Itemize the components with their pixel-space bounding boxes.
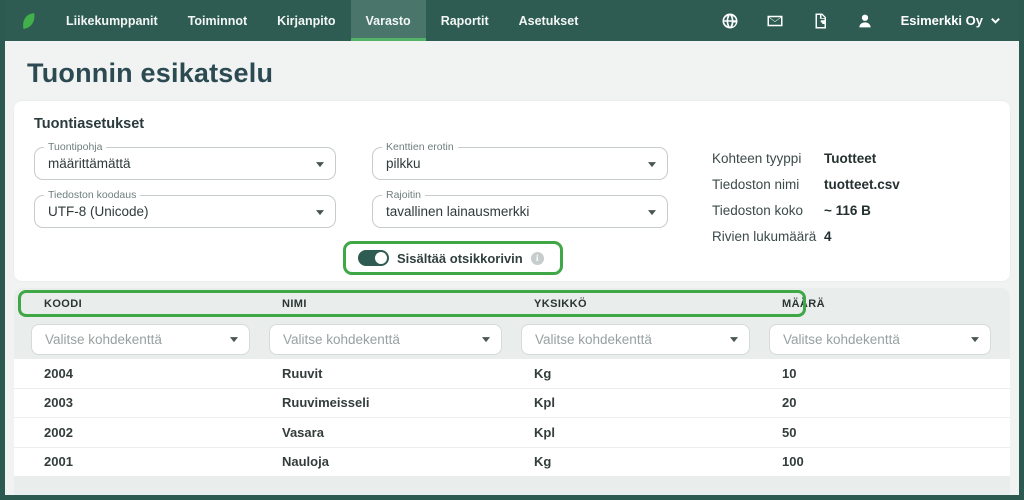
column-header-yksikko: YKSIKKÖ [521, 298, 769, 310]
mapping-select-koodi[interactable]: Valitse kohdekenttä [31, 324, 250, 355]
column-header-maara: MÄÄRÄ [769, 298, 1010, 310]
nav-item-raportit[interactable]: Raportit [426, 0, 504, 41]
nav-item-kirjanpito[interactable]: Kirjanpito [262, 0, 350, 41]
file-info-panel: Kohteen tyyppi Tuotteet Tiedoston nimi t… [712, 147, 900, 275]
user-icon[interactable] [856, 11, 875, 30]
dropdown-caret-icon [648, 210, 656, 215]
table-row: 2004 Ruuvit Kg 10 [14, 359, 1010, 389]
nav-item-toiminnot[interactable]: Toiminnot [173, 0, 262, 41]
import-preview-table: KOODI NIMI YKSIKKÖ MÄÄRÄ Valitse kohdeke… [14, 288, 1010, 500]
globe-icon[interactable] [721, 11, 740, 30]
mapping-select-yksikko[interactable]: Valitse kohdekenttä [521, 324, 750, 355]
table-row: 2002 Vasara Kpl 50 [14, 418, 1010, 448]
settings-heading: Tuontiasetukset [34, 116, 990, 132]
nav-item-liikekumppanit[interactable]: Liikekumppanit [51, 0, 173, 41]
mail-icon[interactable] [766, 11, 785, 30]
nav-item-asetukset[interactable]: Asetukset [504, 0, 594, 41]
table-row: 2001 Nauloja Kg 100 [14, 448, 1010, 478]
field-value: UTF-8 (Unicode) [35, 204, 149, 219]
dropdown-caret-icon [482, 337, 490, 342]
nav-item-varasto[interactable]: Varasto [351, 0, 426, 41]
import-settings-card: Tuontiasetukset Tuontipohja määrittämätt… [14, 101, 1010, 281]
select-tuontipohja[interactable]: Tuontipohja määrittämättä [34, 147, 336, 180]
info-row: Tiedoston nimi tuotteet.csv [712, 177, 900, 192]
page-title: Tuonnin esikatselu [27, 58, 997, 89]
column-header-nimi: NIMI [269, 298, 521, 310]
settings-fields: Tuontipohja määrittämättä Kenttien eroti… [34, 147, 668, 228]
select-rajoitin[interactable]: Rajoitin tavallinen lainausmerkki [372, 195, 668, 228]
dropdown-caret-icon [316, 210, 324, 215]
field-label: Tuontipohja [44, 141, 106, 153]
info-row: Rivien lukumäärä 4 [712, 229, 900, 244]
select-tiedoston-koodaus[interactable]: Tiedoston koodaus UTF-8 (Unicode) [34, 195, 336, 228]
leaf-icon [18, 10, 38, 32]
table-row: 2003 Ruuvimeisseli Kpl 20 [14, 389, 1010, 419]
app-window: Liikekumppanit Toiminnot Kirjanpito Vara… [0, 0, 1024, 500]
field-label: Rajoitin [382, 189, 425, 201]
table-body: 2004 Ruuvit Kg 10 2003 Ruuvimeisseli Kpl… [14, 359, 1010, 477]
field-value: pilkku [373, 156, 421, 171]
dropdown-caret-icon [730, 337, 738, 342]
includes-header-row-toggle[interactable] [358, 250, 389, 266]
info-icon[interactable]: i [531, 252, 544, 265]
chevron-down-icon [990, 15, 1001, 26]
navbar-actions: Esimerkki Oy [721, 0, 1019, 41]
table-header-row: KOODI NIMI YKSIKKÖ MÄÄRÄ [14, 288, 1010, 319]
field-value: tavallinen lainausmerkki [373, 204, 529, 219]
info-row: Tiedoston koko ~ 116 B [712, 203, 900, 218]
dropdown-caret-icon [230, 337, 238, 342]
field-value: määrittämättä [35, 156, 131, 171]
dropdown-caret-icon [971, 337, 979, 342]
page-header: Tuonnin esikatselu [5, 41, 1019, 101]
company-menu[interactable]: Esimerkki Oy [901, 13, 1001, 28]
select-kenttien-erotin[interactable]: Kenttien erotin pilkku [372, 147, 668, 180]
info-row: Kohteen tyyppi Tuotteet [712, 151, 900, 166]
dropdown-caret-icon [648, 162, 656, 167]
field-label: Kenttien erotin [382, 141, 458, 153]
dropdown-caret-icon [316, 162, 324, 167]
mapping-select-maara[interactable]: Valitse kohdekenttä [769, 324, 991, 355]
company-name: Esimerkki Oy [901, 13, 983, 28]
field-mapping-row: Valitse kohdekenttä Valitse kohdekenttä … [14, 319, 1010, 359]
mapping-select-nimi[interactable]: Valitse kohdekenttä [269, 324, 502, 355]
header-row-toggle-annotation: Sisältää otsikkorivin i [343, 241, 563, 275]
top-navbar: Liikekumppanit Toiminnot Kirjanpito Vara… [5, 0, 1019, 41]
field-label: Tiedoston koodaus [44, 189, 140, 201]
main-menu: Liikekumppanit Toiminnot Kirjanpito Vara… [51, 0, 593, 41]
column-header-koodi: KOODI [31, 298, 269, 310]
toggle-knob [375, 252, 387, 264]
document-icon[interactable] [811, 11, 830, 30]
toggle-label: Sisältää otsikkorivin [397, 251, 523, 266]
brand-logo[interactable] [5, 0, 51, 41]
